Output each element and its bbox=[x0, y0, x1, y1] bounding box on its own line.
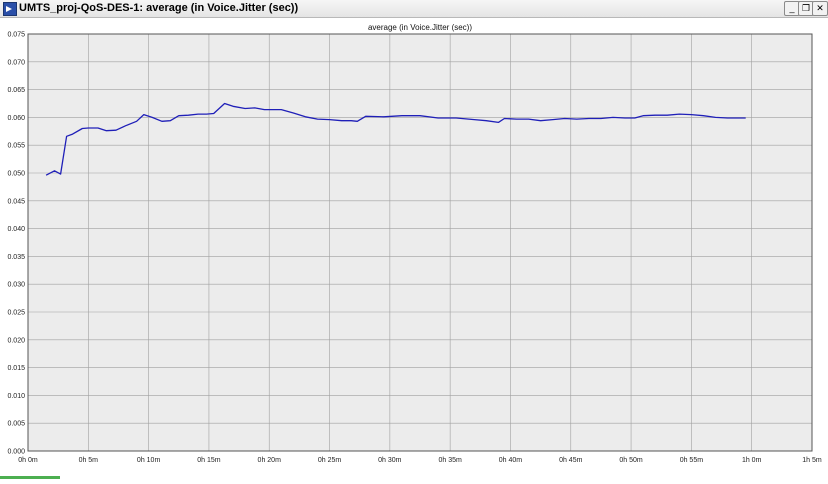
y-tick-label: 0.010 bbox=[7, 393, 25, 400]
y-tick-label: 0.055 bbox=[7, 143, 25, 150]
x-tick-label: 0h 35m bbox=[438, 457, 462, 464]
jitter-line-chart: 0.000 0.005 0.010 0.015 0.020 0.025 0.030 0.035… bbox=[7, 23, 822, 464]
x-axis-tick-labels: 0h 0m 0h 5m 0h 10m 0h 15m 0h 20m 0h 25m 0h 30m… bbox=[18, 457, 822, 464]
window-title: UMTS_proj-QoS-DES-1: average (in Voice.J… bbox=[19, 2, 299, 14]
y-tick-label: 0.015 bbox=[7, 365, 25, 372]
chart-title: average (in Voice.Jitter (sec)) bbox=[368, 23, 472, 32]
x-tick-label: 0h 40m bbox=[499, 457, 523, 464]
x-tick-label: 0h 45m bbox=[559, 457, 583, 464]
y-tick-label: 0.005 bbox=[7, 421, 25, 428]
y-tick-label: 0.075 bbox=[7, 32, 25, 39]
y-tick-label: 0.035 bbox=[7, 254, 25, 261]
y-tick-label: 0.070 bbox=[7, 59, 25, 66]
x-tick-label: 0h 50m bbox=[619, 457, 643, 464]
y-tick-label: 0.065 bbox=[7, 87, 25, 94]
y-tick-label: 0.050 bbox=[7, 171, 25, 178]
close-button[interactable]: ✕ bbox=[812, 1, 828, 16]
x-tick-label: 0h 30m bbox=[378, 457, 402, 464]
plot-background bbox=[28, 34, 812, 451]
y-tick-label: 0.045 bbox=[7, 198, 25, 205]
chart-area: 0.000 0.005 0.010 0.015 0.020 0.025 0.030 0.035… bbox=[0, 18, 828, 479]
x-tick-label: 0h 55m bbox=[680, 457, 704, 464]
y-tick-label: 0.025 bbox=[7, 310, 25, 317]
y-tick-label: 0.060 bbox=[7, 115, 25, 122]
x-tick-label: 0h 5m bbox=[79, 457, 99, 464]
y-axis-tick-labels: 0.000 0.005 0.010 0.015 0.020 0.025 0.030 0.035… bbox=[7, 32, 25, 456]
app-icon bbox=[3, 2, 17, 16]
window-titlebar: UMTS_proj-QoS-DES-1: average (in Voice.J… bbox=[0, 0, 828, 18]
y-tick-label: 0.030 bbox=[7, 282, 25, 289]
x-tick-label: 0h 25m bbox=[318, 457, 342, 464]
y-tick-label: 0.040 bbox=[7, 226, 25, 233]
y-tick-label: 0.000 bbox=[7, 449, 25, 456]
x-tick-label: 1h 0m bbox=[742, 457, 762, 464]
x-tick-label: 0h 15m bbox=[197, 457, 221, 464]
x-tick-label: 0h 10m bbox=[137, 457, 161, 464]
x-tick-label: 1h 5m bbox=[802, 457, 822, 464]
y-tick-label: 0.020 bbox=[7, 337, 25, 344]
x-tick-label: 0h 20m bbox=[258, 457, 282, 464]
x-tick-label: 0h 0m bbox=[18, 457, 38, 464]
